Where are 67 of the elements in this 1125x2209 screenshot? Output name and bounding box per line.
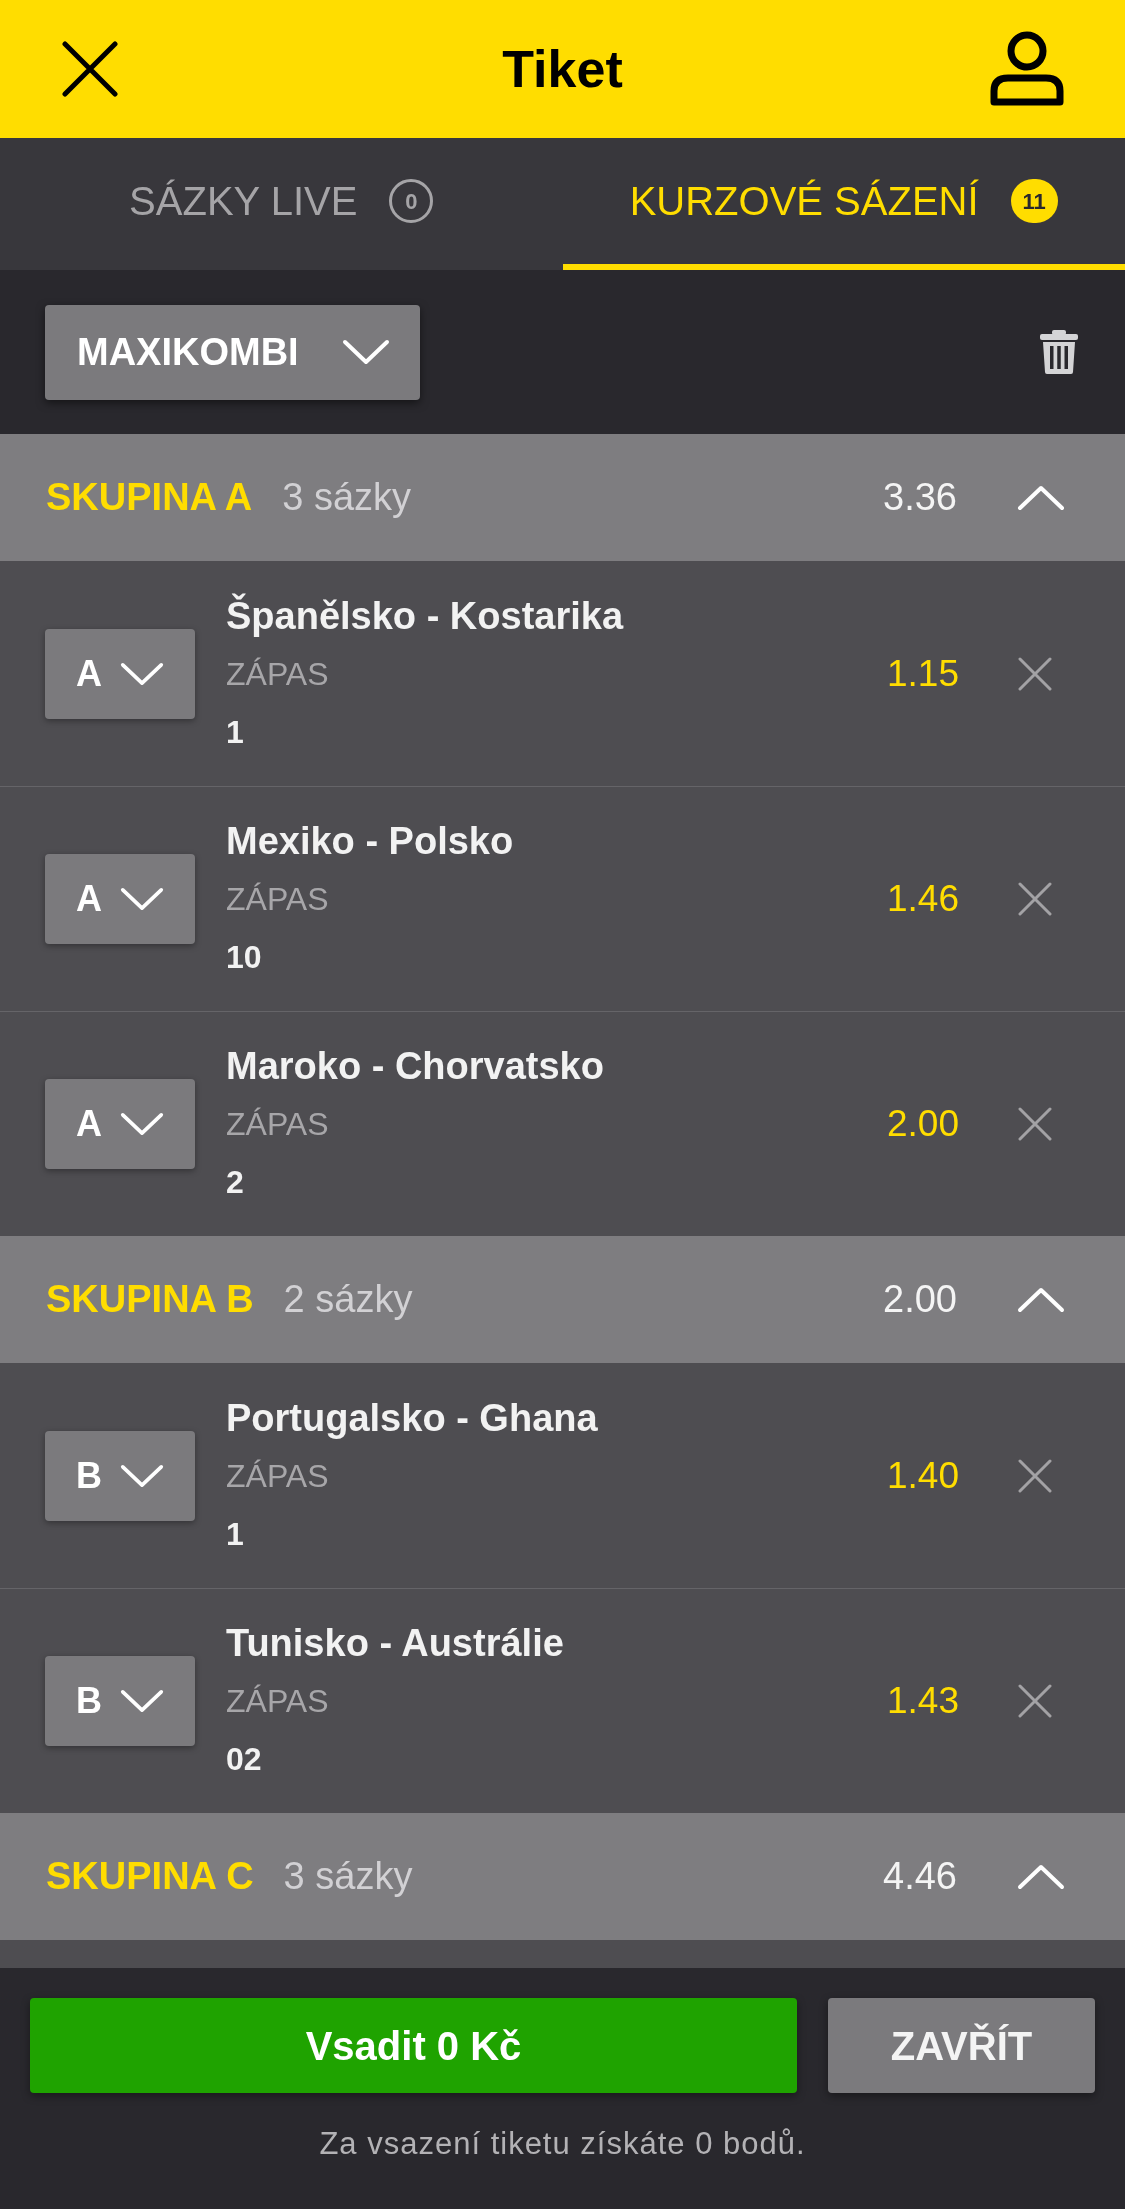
close-button[interactable] — [60, 39, 120, 99]
bet-count: 3 sázky — [282, 475, 412, 520]
trash-icon — [1039, 329, 1079, 375]
pick-label: 02 — [226, 1740, 262, 1779]
count-badge: 11 — [1010, 179, 1058, 223]
chevron-down-icon — [120, 887, 164, 911]
match-name: Tunisko - Austrálie — [226, 1621, 564, 1666]
match-name: Španělsko - Kostarika — [226, 592, 624, 639]
group-select[interactable]: B — [45, 1656, 195, 1746]
group-name: SKUPINA C — [46, 1854, 254, 1899]
chevron-down-icon — [120, 661, 164, 686]
chevron-down-icon — [342, 339, 390, 365]
market-label: ZÁPAS — [226, 1456, 329, 1496]
delete-button[interactable] — [1039, 329, 1079, 375]
close-icon — [1018, 1107, 1052, 1141]
remove-bet-button[interactable] — [1017, 655, 1053, 692]
chevron-down-icon — [120, 1689, 164, 1713]
bet-count: 2 sázky — [283, 1277, 413, 1322]
count-badge: 0 — [389, 179, 434, 223]
match-name: Portugalsko - Ghana — [226, 1395, 598, 1441]
chevron-down-icon — [120, 1463, 164, 1488]
group-header[interactable]: SKUPINA A 3 sázky 3.36 — [0, 434, 1125, 561]
group-odds: 4.46 — [883, 1854, 957, 1899]
pick-label: 1 — [226, 1514, 244, 1554]
points-note: Za vsazení tiketu získáte 0 bodů. — [319, 2125, 806, 2163]
place-bet-button[interactable]: Vsadit 0 Kč — [30, 1998, 797, 2093]
market-label: ZÁPAS — [226, 880, 329, 919]
bet-type-dropdown[interactable]: MAXIKOMBI — [45, 304, 420, 400]
bet-odds: 1.15 — [887, 651, 959, 696]
page-title: Tiket — [502, 39, 623, 100]
bet-count: 3 sázky — [283, 1854, 413, 1899]
pick-label: 1 — [226, 712, 244, 752]
pick-label: 2 — [226, 1163, 244, 1202]
chevron-down-icon — [120, 1112, 164, 1136]
group-header[interactable]: SKUPINA C 3 sázky 4.46 — [0, 1813, 1125, 1940]
match-name: Maroko - Chorvatsko — [226, 1044, 604, 1089]
close-icon — [1018, 882, 1052, 916]
group-select[interactable]: A — [45, 854, 195, 944]
close-icon — [1018, 1458, 1052, 1493]
bet-odds: 2.00 — [887, 1102, 959, 1147]
account-button[interactable] — [989, 31, 1065, 107]
group-odds: 3.36 — [883, 475, 957, 520]
group-name: SKUPINA B — [46, 1277, 254, 1322]
group-header[interactable]: SKUPINA B 2 sázky 2.00 — [0, 1236, 1125, 1363]
group-select[interactable]: B — [45, 1430, 195, 1521]
group-select[interactable]: A — [45, 1079, 195, 1169]
market-label: ZÁPAS — [226, 654, 329, 694]
remove-bet-button[interactable] — [1017, 881, 1053, 917]
close-icon — [1018, 656, 1052, 691]
close-icon — [1018, 1684, 1052, 1718]
bet-odds: 1.43 — [887, 1679, 959, 1724]
pick-label: 10 — [226, 938, 262, 977]
remove-bet-button[interactable] — [1017, 1457, 1053, 1494]
remove-bet-button[interactable] — [1017, 1106, 1053, 1142]
tab[interactable]: SÁZKY LIVE 0 — [0, 138, 563, 270]
close-ticket-button[interactable]: ZAVŘÍT — [828, 1998, 1095, 2093]
bet-odds: 1.46 — [887, 877, 959, 922]
market-label: ZÁPAS — [226, 1105, 329, 1144]
match-name: Mexiko - Polsko — [226, 819, 514, 864]
group-name: SKUPINA A — [46, 475, 253, 520]
user-icon — [989, 31, 1065, 107]
close-icon — [62, 41, 118, 97]
group-select[interactable]: A — [45, 628, 195, 719]
market-label: ZÁPAS — [226, 1682, 329, 1721]
remove-bet-button[interactable] — [1017, 1683, 1053, 1719]
group-odds: 2.00 — [883, 1277, 957, 1322]
bet-odds: 1.40 — [887, 1453, 959, 1498]
